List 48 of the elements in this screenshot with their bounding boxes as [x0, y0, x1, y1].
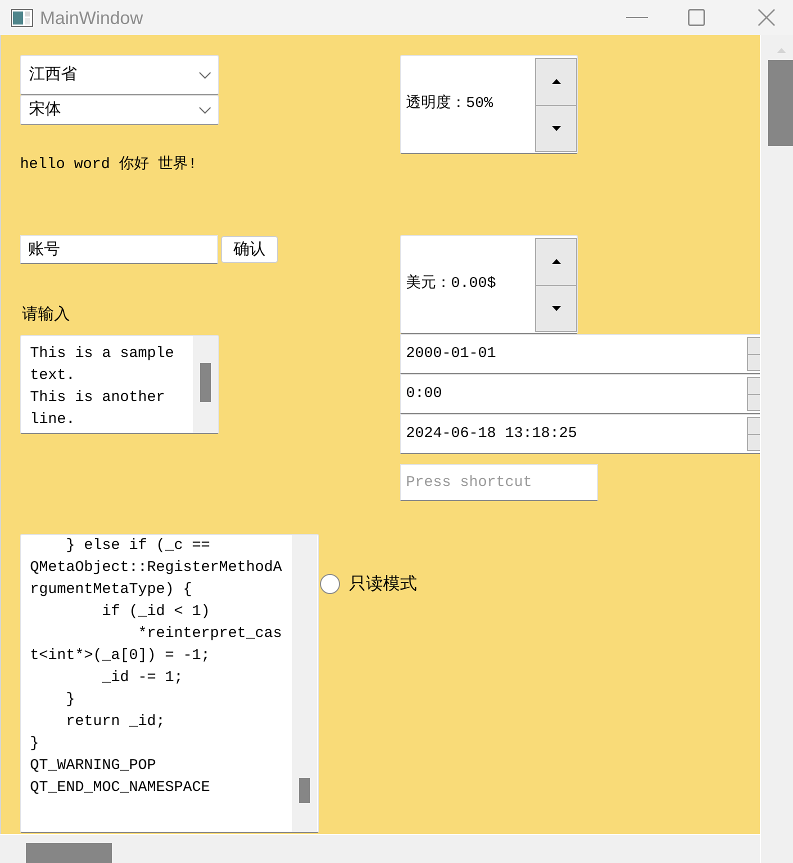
step-down-button[interactable]: [535, 286, 577, 332]
text-content: This is a sample text. This is another line.: [30, 344, 176, 430]
step-down-button[interactable]: [535, 106, 577, 152]
down-triangle-icon: [552, 126, 560, 131]
minimize-icon: [626, 17, 648, 18]
vertical-scrollbar[interactable]: [760, 35, 793, 863]
date-field[interactable]: 2000-01-01: [400, 334, 760, 374]
date-time-field[interactable]: 2024-06-18 13:18:25: [400, 414, 760, 454]
multiline-text-field[interactable]: This is a sample text. This is another line.: [20, 335, 219, 434]
greeting-label: hello word 你好 世界!: [20, 155, 198, 175]
time-field[interactable]: 0:00: [400, 374, 760, 414]
scrollbar-thumb[interactable]: [26, 843, 112, 863]
up-triangle-icon: [552, 79, 560, 84]
step-down-button[interactable]: [747, 354, 760, 371]
radio-label: 只读模式: [349, 574, 417, 594]
up-triangle-icon: [552, 259, 560, 264]
step-down-button[interactable]: [747, 394, 760, 411]
shortcut-field[interactable]: Press shortcut: [400, 464, 598, 501]
currency-spin-box[interactable]: 美元：0.00$: [400, 235, 578, 334]
combo-box[interactable]: 宋体: [20, 95, 219, 125]
down-triangle-icon: [552, 306, 560, 311]
step-up-button[interactable]: [747, 377, 760, 394]
window-title: MainWindow: [40, 8, 144, 26]
scrollbar-thumb[interactable]: [200, 363, 211, 402]
maximize-icon: [688, 9, 704, 26]
vertical-scrollbar[interactable]: [292, 535, 317, 832]
step-up-button[interactable]: [747, 337, 760, 354]
step-up-button[interactable]: [535, 238, 577, 286]
scroll-up-icon: [777, 48, 786, 53]
scrollbar-thumb[interactable]: [299, 778, 310, 803]
combo-box[interactable]: 江西省: [20, 55, 219, 95]
prompt-label: 请输入: [22, 305, 70, 325]
code-text: } else if (_c == QMetaObject::RegisterMethodA rgumentMetaType) { if (_id < 1) *reinterpret_cas t<int*>(_a[0]) = -1; _id -= 1; } return _id; } QT_WARNING_POP QT_END_MOC_NAMESPACE: [30, 536, 282, 798]
step-up-button[interactable]: [535, 58, 577, 106]
confirm-button[interactable]: 确认: [221, 236, 278, 263]
radio-button[interactable]: [320, 574, 340, 594]
account-field[interactable]: 账号: [20, 235, 218, 264]
app-icon: [11, 8, 33, 26]
chevron-down-icon: [199, 72, 211, 78]
close-icon: [758, 9, 774, 26]
vertical-scrollbar[interactable]: [193, 336, 218, 433]
opacity-spin-box[interactable]: 透明度：50%: [400, 55, 578, 154]
scrollbar-thumb[interactable]: [768, 60, 793, 146]
step-down-button[interactable]: [747, 434, 760, 451]
step-up-button[interactable]: [747, 417, 760, 434]
horizontal-scrollbar[interactable]: [0, 834, 760, 863]
code-editor-field[interactable]: } else if (_c == QMetaObject::RegisterMethodA rgumentMetaType) { if (_id < 1) *reinterpret_cas t<int*>(_a[0]) = -1; _id -= 1; } return _id; } QT_WARNING_POP QT_END_MOC_NAMESPACE: [20, 534, 319, 833]
chevron-down-icon: [199, 106, 211, 114]
